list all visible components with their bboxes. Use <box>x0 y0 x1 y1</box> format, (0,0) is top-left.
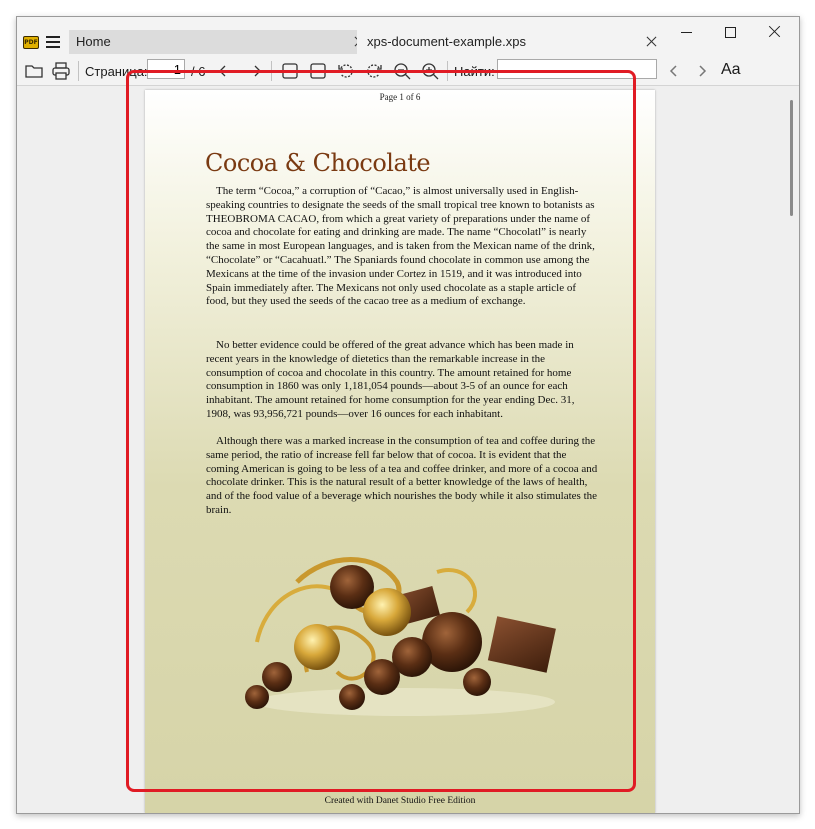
pdf-app-icon[interactable]: PDF <box>23 36 39 49</box>
document-footer: Created with Danet Studio Free Edition <box>324 796 476 806</box>
toolbar-separator <box>447 61 448 81</box>
arrow-left-icon[interactable] <box>215 60 237 82</box>
close-window-button[interactable] <box>759 21 789 45</box>
page-total: / 6 <box>191 64 206 79</box>
paragraph-1: The term “Cocoa,” a corruption of “Cacao… <box>206 185 595 308</box>
toolbar: Страница: / 6 Найти: <box>17 57 799 86</box>
page-label: Страница: <box>85 64 148 79</box>
app-window: PDF Home xps-document-example.xps Страни… <box>16 16 800 814</box>
zoom-out-icon[interactable] <box>391 60 413 82</box>
page-number-input[interactable] <box>147 59 185 79</box>
tab-home[interactable]: Home <box>69 30 357 54</box>
paragraph-3: Although there was a marked increase in … <box>206 435 598 516</box>
paragraph-2: No better evidence could be offered of t… <box>206 339 575 420</box>
document-viewport[interactable]: Page 1 of 6 Cocoa & Chocolate The term “… <box>17 86 799 813</box>
minimize-button[interactable] <box>672 21 702 45</box>
open-folder-icon[interactable] <box>23 60 45 82</box>
page-indicator: Page 1 of 6 <box>379 92 421 102</box>
tab-home-label: Home <box>76 34 111 49</box>
toolbar-separator <box>271 61 272 81</box>
chocolate-image <box>245 557 556 716</box>
tab-document-close-icon[interactable] <box>644 34 660 50</box>
hamburger-menu-icon[interactable] <box>46 36 60 48</box>
document-page: Page 1 of 6 Cocoa & Chocolate The term “… <box>145 90 655 813</box>
fit-width-icon[interactable] <box>279 60 301 82</box>
print-icon[interactable] <box>50 60 72 82</box>
vertical-scrollbar[interactable] <box>790 100 793 216</box>
fit-page-icon[interactable] <box>307 60 329 82</box>
tab-document-label: xps-document-example.xps <box>367 34 526 49</box>
chevron-right-icon[interactable] <box>691 60 713 82</box>
tab-document[interactable]: xps-document-example.xps <box>357 30 647 54</box>
rotate-right-icon[interactable] <box>363 60 385 82</box>
maximize-button[interactable] <box>715 21 745 45</box>
document-title: Cocoa & Chocolate <box>205 149 431 177</box>
font-size-button[interactable]: Aa <box>721 61 741 79</box>
toolbar-separator <box>78 61 79 81</box>
find-input[interactable] <box>497 59 657 79</box>
rotate-left-icon[interactable] <box>335 60 357 82</box>
find-label: Найти: <box>454 64 495 79</box>
zoom-in-icon[interactable] <box>419 60 441 82</box>
chevron-left-icon[interactable] <box>663 60 685 82</box>
arrow-right-icon[interactable] <box>243 60 265 82</box>
title-bar: PDF Home xps-document-example.xps <box>17 17 799 57</box>
